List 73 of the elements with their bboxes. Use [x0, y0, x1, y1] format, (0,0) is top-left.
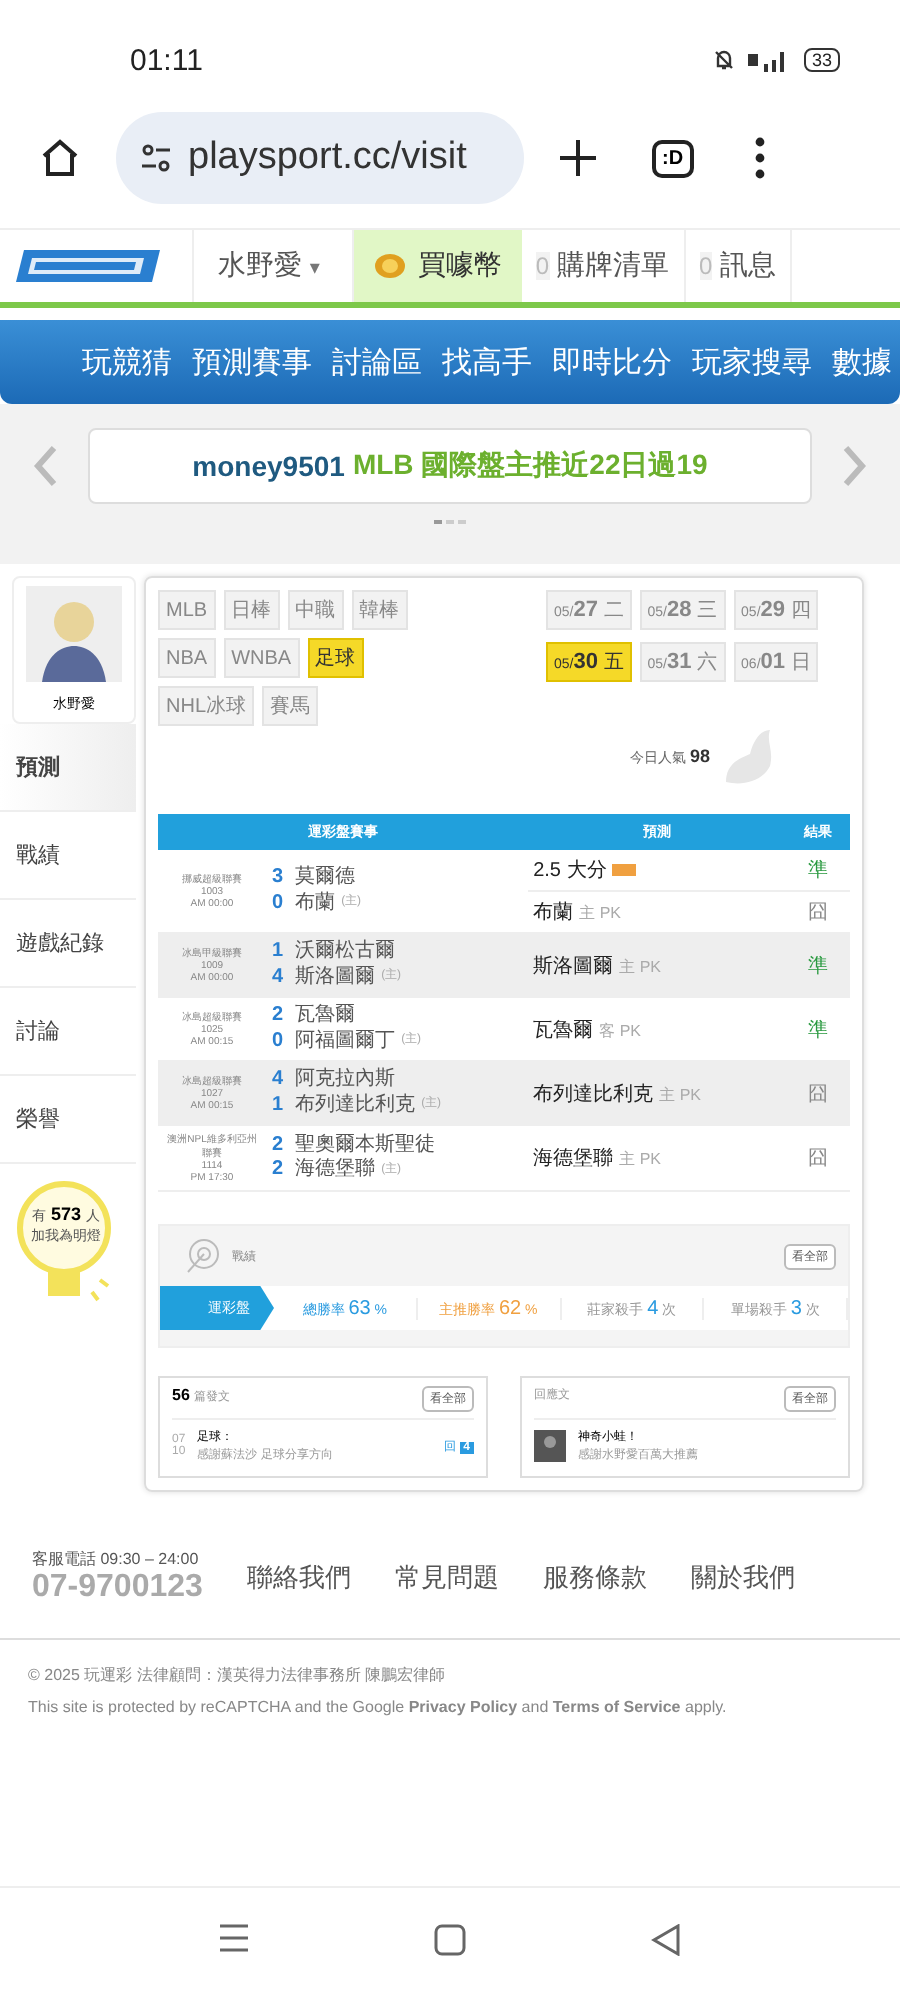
user-thumbnail-icon [534, 1430, 566, 1462]
banner-link[interactable]: money9501 MLB 國際盤主推近22日過19 [88, 428, 812, 504]
status-time: 01:11 [130, 43, 203, 77]
back-icon[interactable] [650, 1924, 682, 1956]
team-score: 0 [272, 891, 284, 916]
prediction-pick: 布蘭 [533, 902, 574, 924]
sidebar-item[interactable]: 戰績 [0, 812, 136, 900]
team-score: 4 [272, 1068, 284, 1093]
nav-link[interactable]: 玩家搜尋 [692, 343, 812, 381]
hotline-label: 客服電話 09:30 – 24:00 [32, 1548, 201, 1570]
team-name: 沃爾松古爾 [295, 940, 396, 965]
nav-link[interactable]: 數據 [832, 343, 892, 381]
team-score: 0 [272, 1029, 284, 1054]
team-name: 莫爾德 [295, 866, 356, 891]
sidebar-item[interactable]: 遊戲紀錄 [0, 900, 136, 988]
sidebar-item[interactable]: 討論 [0, 988, 136, 1076]
copyright-text: © 2025 玩運彩 法律顧問：漢英得力法律事務所 陳鵬宏律師 [28, 1664, 448, 1686]
address-bar[interactable]: playsport.cc/visit [116, 112, 524, 204]
team-name: 阿福圖爾丁 [295, 1029, 396, 1054]
result-mark: 囧 [786, 1125, 850, 1191]
sidebar-item[interactable]: 預測 [0, 724, 136, 812]
team-score: 4 [272, 965, 284, 990]
team-score: 1 [272, 940, 284, 965]
prediction-note: 主 PK [619, 957, 661, 975]
prediction-note: 主 PK [619, 1150, 661, 1168]
prediction-note: 主 PK [659, 1085, 701, 1103]
team-name: 斯洛圖爾 [295, 965, 376, 990]
result-mark: 準 [786, 850, 850, 891]
league-tab[interactable]: 足球 [307, 638, 364, 678]
coin-icon [373, 252, 406, 280]
team-score: 1 [272, 1093, 284, 1118]
prediction-note: 主 PK [579, 904, 621, 922]
mute-icon [711, 48, 736, 72]
prediction-pick: 海德堡聯 [533, 1148, 614, 1170]
nav-link[interactable]: 玩競猜 [82, 343, 172, 381]
nav-link[interactable]: 即時比分 [552, 343, 672, 381]
nav-link[interactable]: 預測賽事 [192, 343, 312, 381]
home-button-icon[interactable] [434, 1924, 466, 1956]
recent-apps-icon[interactable] [218, 1924, 250, 1952]
prediction-pick: 布列達比利克 [533, 1083, 654, 1105]
nav-link[interactable]: 討論區 [332, 343, 422, 381]
team-name: 布列達比利克 [295, 1093, 416, 1118]
prediction-pick: 2.5 大分 [533, 860, 607, 882]
nav-link[interactable]: 找高手 [442, 343, 532, 381]
team-name: 海德堡聯 [295, 1158, 376, 1183]
prediction-pick: 瓦魯爾 [533, 1019, 594, 1041]
battery-icon: 33 [803, 48, 840, 72]
footer-link[interactable]: 服務條款 [542, 1559, 647, 1595]
team-name: 阿克拉內斯 [295, 1068, 396, 1093]
target-icon [184, 1238, 220, 1274]
prediction-note: 客 PK [599, 1021, 641, 1039]
team-name: 布蘭 [295, 891, 336, 916]
hotline-number: 07-9700123 [32, 1570, 203, 1606]
recaptcha-notice: This site is protected by reCAPTCHA and the Google Privacy Policy and Terms of Service apply. [28, 1698, 729, 1716]
footer-link[interactable]: 關於我們 [690, 1559, 795, 1595]
buy-coins-button[interactable]: 買噱幣 [353, 230, 522, 302]
footer-link[interactable]: 聯絡我們 [246, 1559, 351, 1595]
new-tab-icon[interactable] [556, 136, 600, 180]
sidebar-item[interactable]: 榮譽 [0, 1076, 136, 1164]
avatar-icon [26, 586, 122, 682]
result-mark: 準 [786, 933, 850, 997]
team-score: 3 [272, 866, 284, 891]
result-mark: 囧 [786, 1061, 850, 1125]
menu-icon[interactable] [753, 136, 766, 180]
team-name: 聖奧爾本斯聖徒 [295, 1133, 436, 1158]
prediction-pick: 斯洛圖爾 [533, 955, 614, 977]
team-name: 瓦魯爾 [295, 1004, 356, 1029]
tab-switcher-button[interactable]: :D [652, 139, 694, 177]
team-score: 2 [272, 1158, 284, 1183]
footer-link[interactable]: 常見問題 [394, 1559, 499, 1595]
site-settings-icon[interactable] [140, 144, 172, 172]
team-score: 2 [272, 1004, 284, 1029]
team-score: 2 [272, 1133, 284, 1158]
